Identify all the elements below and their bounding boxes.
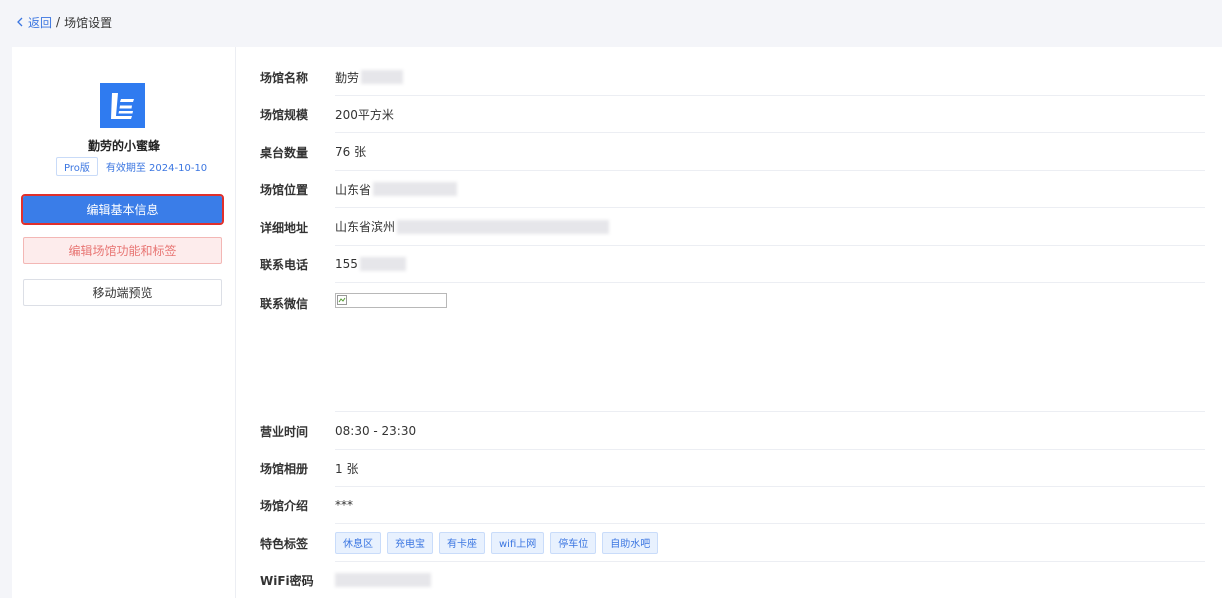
field-value: 勤劳 bbox=[335, 70, 360, 85]
venue-settings-card: 勤劳的小蜜蜂 Pro版 有效期至 2024-10-10 编辑基本信息 编辑场馆功… bbox=[12, 47, 1222, 598]
feature-tag: 充电宝 bbox=[387, 531, 433, 554]
venue-name: 勤劳的小蜜蜂 bbox=[87, 139, 160, 153]
field-value: *** bbox=[335, 498, 353, 512]
field-contact-phone: 联系电话 155 bbox=[260, 246, 1205, 283]
field-venue-intro: 场馆介绍 *** bbox=[260, 487, 1205, 524]
feature-tag-list: 休息区 充电宝 有卡座 wifi上网 停车位 自助水吧 bbox=[335, 531, 659, 554]
field-label: 桌台数量 bbox=[260, 145, 309, 160]
edit-basic-info-button[interactable]: 编辑基本信息 bbox=[21, 194, 224, 225]
edit-features-tags-button[interactable]: 编辑场馆功能和标签 bbox=[23, 237, 222, 264]
field-value: 76 张 bbox=[335, 145, 367, 159]
breadcrumb-current: 场馆设置 bbox=[64, 15, 113, 30]
field-wifi-password: WiFi密码 bbox=[260, 562, 1205, 598]
field-table-count: 桌台数量 76 张 bbox=[260, 133, 1205, 171]
back-label: 返回 bbox=[28, 15, 53, 30]
redacted-text bbox=[397, 219, 610, 234]
field-value: 山东省滨州 bbox=[335, 220, 396, 234]
field-label: 特色标签 bbox=[260, 536, 309, 551]
field-label: WiFi密码 bbox=[260, 573, 314, 588]
field-label: 场馆名称 bbox=[260, 71, 309, 85]
field-venue-name: 场馆名称 勤劳 bbox=[260, 59, 1205, 96]
field-value: 08:30 - 23:30 bbox=[335, 423, 417, 438]
field-value: 155 bbox=[335, 257, 358, 271]
venue-logo bbox=[100, 83, 145, 128]
field-label: 场馆位置 bbox=[260, 183, 309, 197]
venue-profile-panel: 勤劳的小蜜蜂 Pro版 有效期至 2024-10-10 编辑基本信息 编辑场馆功… bbox=[12, 47, 236, 598]
redacted-text bbox=[335, 573, 431, 587]
field-venue-album: 场馆相册 1 张 bbox=[260, 450, 1205, 487]
field-label: 营业时间 bbox=[260, 424, 309, 439]
redacted-text bbox=[373, 182, 458, 196]
field-value: 1 张 bbox=[335, 461, 359, 476]
breadcrumb: 返回 / 场馆设置 bbox=[0, 0, 1222, 44]
breadcrumb-separator: / bbox=[56, 15, 61, 29]
redacted-text bbox=[359, 257, 406, 271]
field-venue-location: 场馆位置 山东省 bbox=[260, 171, 1205, 208]
field-value: 200平方米 bbox=[335, 107, 394, 122]
field-label: 场馆介绍 bbox=[260, 499, 309, 513]
field-value: 山东省 bbox=[335, 182, 372, 197]
venue-details: 场馆名称 勤劳 场馆规模 200平方米 桌台数量 76 张 场馆位置 山东省 详… bbox=[236, 47, 1222, 598]
back-link[interactable]: 返回 bbox=[14, 14, 52, 31]
redacted-text bbox=[361, 70, 404, 84]
field-label: 场馆相册 bbox=[260, 462, 309, 476]
feature-tag: 休息区 bbox=[335, 531, 381, 554]
field-business-hours: 营业时间 08:30 - 23:30 bbox=[260, 412, 1205, 450]
field-feature-tags: 特色标签 休息区 充电宝 有卡座 wifi上网 停车位 自助水吧 bbox=[260, 524, 1205, 562]
field-venue-scale: 场馆规模 200平方米 bbox=[260, 96, 1205, 133]
logo-icon bbox=[110, 92, 134, 119]
field-label: 联系电话 bbox=[260, 258, 309, 272]
wechat-qr-image bbox=[335, 293, 447, 308]
feature-tag: wifi上网 bbox=[491, 531, 545, 554]
field-label: 详细地址 bbox=[260, 220, 309, 235]
feature-tag: 停车位 bbox=[550, 531, 597, 554]
plan-badge: Pro版 bbox=[56, 157, 98, 176]
field-contact-wechat: 联系微信 bbox=[260, 283, 1205, 412]
feature-tag: 自助水吧 bbox=[602, 531, 659, 554]
field-label: 联系微信 bbox=[260, 297, 309, 311]
feature-tag: 有卡座 bbox=[439, 531, 485, 554]
chevron-left-icon bbox=[17, 17, 23, 27]
field-label: 场馆规模 bbox=[260, 108, 309, 122]
plan-info: Pro版 有效期至 2024-10-10 bbox=[56, 157, 207, 176]
plan-expiry: 有效期至 2024-10-10 bbox=[105, 163, 208, 174]
field-detailed-address: 详细地址 山东省滨州 bbox=[260, 208, 1205, 246]
mobile-preview-button[interactable]: 移动端预览 bbox=[23, 279, 222, 306]
broken-image-icon bbox=[337, 295, 347, 305]
